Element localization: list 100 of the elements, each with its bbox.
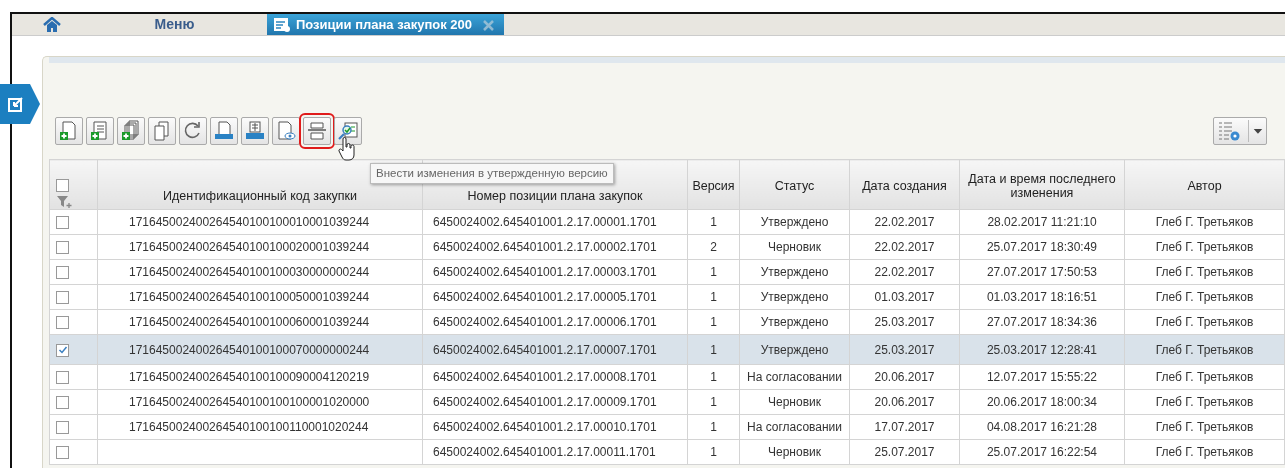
table-cell: 171645002400264540100100050001039244	[97, 284, 423, 310]
table-cell: 12.07.2017 15:55:22	[959, 364, 1125, 390]
table-cell: 6450024002.645401001.2.17.00007.1701	[422, 334, 688, 365]
table-cell: Глеб Г. Третьяков	[1124, 259, 1285, 285]
toolbar-button[interactable]	[272, 117, 300, 145]
table-cell: На согласовании	[739, 414, 850, 440]
row-checkbox[interactable]	[56, 266, 69, 280]
table-cell: 2	[687, 234, 740, 260]
add-copies-icon	[120, 120, 142, 142]
table-cell: 22.02.2017	[849, 209, 960, 235]
table-cell: 20.06.2017	[849, 389, 960, 415]
column-settings-button[interactable]	[1213, 117, 1267, 145]
table-cell: Глеб Г. Третьяков	[1124, 309, 1285, 335]
table-cell: На согласовании	[739, 364, 850, 390]
toolbar-button[interactable]	[179, 117, 207, 145]
toolbar-button[interactable]	[334, 117, 362, 145]
home-icon	[43, 16, 61, 33]
search-check-icon	[337, 120, 359, 142]
table-cell: 1	[687, 389, 740, 415]
toolbar-button[interactable]	[117, 117, 145, 145]
table-cell: 171645002400264540100100090004120219	[97, 364, 423, 390]
table-cell: Утверждено	[739, 284, 850, 310]
toolbar-button[interactable]	[210, 117, 238, 145]
document-frame-icon	[306, 120, 328, 142]
table-cell: Утверждено	[739, 209, 850, 235]
select-all-checkbox[interactable]	[56, 179, 69, 192]
table-cell: Глеб Г. Третьяков	[1124, 414, 1285, 440]
table-cell: 1	[687, 414, 740, 440]
filter-icon[interactable]	[56, 195, 72, 209]
column-header[interactable]: Дата создания	[849, 159, 960, 210]
table-cell: Черновик	[739, 234, 850, 260]
table-cell: 25.03.2017	[849, 334, 960, 365]
row-checkbox[interactable]	[56, 371, 69, 385]
table-cell: 17.07.2017	[849, 414, 960, 440]
menu-tab[interactable]: Меню	[82, 14, 267, 35]
table-cell: 20.06.2017 18:00:34	[959, 389, 1125, 415]
table-cell: Черновик	[739, 389, 850, 415]
column-header[interactable]: Статус	[739, 159, 850, 210]
table-cell: 171645002400264540100100110001020244	[97, 414, 423, 440]
row-checkbox[interactable]	[56, 291, 69, 305]
table-cell: 20.06.2017	[849, 364, 960, 390]
list-icon	[273, 16, 291, 33]
table-cell: 1	[687, 334, 740, 365]
row-checkbox[interactable]	[56, 396, 69, 410]
table-cell: 1	[687, 209, 740, 235]
table-cell: 6450024002.645401001.2.17.00002.1701	[422, 234, 688, 260]
table-cell: 6450024002.645401001.2.17.00008.1701	[422, 364, 688, 390]
table-cell: 6450024002.645401001.2.17.00009.1701	[422, 389, 688, 415]
table-cell: Глеб Г. Третьяков	[1124, 389, 1285, 415]
row-checkbox[interactable]	[56, 316, 69, 330]
table-cell: 171645002400264540100100070000000244	[97, 334, 423, 365]
table-cell: 27.07.2017 17:50:53	[959, 259, 1125, 285]
table-cell: Глеб Г. Третьяков	[1124, 334, 1285, 365]
table-cell: 6450024002.645401001.2.17.00010.1701	[422, 414, 688, 440]
table-cell: 6450024002.645401001.2.17.00006.1701	[422, 309, 688, 335]
table-cell: 1	[687, 439, 740, 465]
column-header[interactable]: Автор	[1124, 159, 1285, 210]
table-cell: 25.03.2017 12:28:41	[959, 334, 1125, 365]
tooltip: Внести изменения в утвержденную версию	[370, 163, 614, 185]
row-checkbox[interactable]	[56, 216, 69, 230]
table-cell: 1	[687, 309, 740, 335]
row-checkbox[interactable]	[56, 446, 69, 460]
side-panel-tab[interactable]	[0, 84, 40, 124]
table-cell: Глеб Г. Третьяков	[1124, 284, 1285, 310]
columns-gear-icon	[1218, 120, 1242, 142]
table-cell: Глеб Г. Третьяков	[1124, 439, 1285, 465]
column-header[interactable]: Версия	[687, 159, 740, 210]
table-cell: Глеб Г. Третьяков	[1124, 234, 1285, 260]
column-header[interactable]: Дата и время последнего изменения	[959, 159, 1125, 210]
tab-label: Позиции плана закупок 200	[296, 15, 473, 34]
table-cell: 25.07.2017	[849, 439, 960, 465]
preview-icon	[275, 120, 297, 142]
table-cell: 01.03.2017 18:16:51	[959, 284, 1125, 310]
table-cell: 171645002400264540100100100001020000	[97, 389, 423, 415]
table-cell: Глеб Г. Третьяков	[1124, 364, 1285, 390]
table-cell: 25.07.2017 18:30:49	[959, 234, 1125, 260]
row-checkbox[interactable]	[56, 241, 69, 255]
table-cell: 27.07.2017 18:34:36	[959, 309, 1125, 335]
table-cell: Глеб Г. Третьяков	[1124, 209, 1285, 235]
printer-icon	[213, 120, 235, 142]
toolbar-button[interactable]	[241, 117, 269, 145]
table-cell: 171645002400264540100100060001039244	[97, 309, 423, 335]
hand-cursor-icon	[337, 137, 357, 161]
table-cell: 1	[687, 259, 740, 285]
toolbar-button[interactable]	[86, 117, 114, 145]
toolbar-button[interactable]	[55, 117, 83, 145]
table-cell: 6450024002.645401001.2.17.00001.1701	[422, 209, 688, 235]
edit-icon	[8, 96, 24, 112]
table-cell: Утверждено	[739, 259, 850, 285]
table-cell: 171645002400264540100100010001039244	[97, 209, 423, 235]
table-cell: 171645002400264540100100030000000244	[97, 259, 423, 285]
printer-icon	[244, 120, 266, 142]
row-checkbox[interactable]	[56, 421, 69, 435]
table-cell: 6450024002.645401001.2.17.00003.1701	[422, 259, 688, 285]
table-cell: 25.07.2017 16:22:54	[959, 439, 1125, 465]
table-cell: 1	[687, 364, 740, 390]
table-cell: 22.02.2017	[849, 234, 960, 260]
toolbar-button[interactable]	[148, 117, 176, 145]
document-tab[interactable]: Позиции плана закупок 200	[267, 14, 505, 35]
row-checkbox[interactable]	[56, 343, 69, 357]
